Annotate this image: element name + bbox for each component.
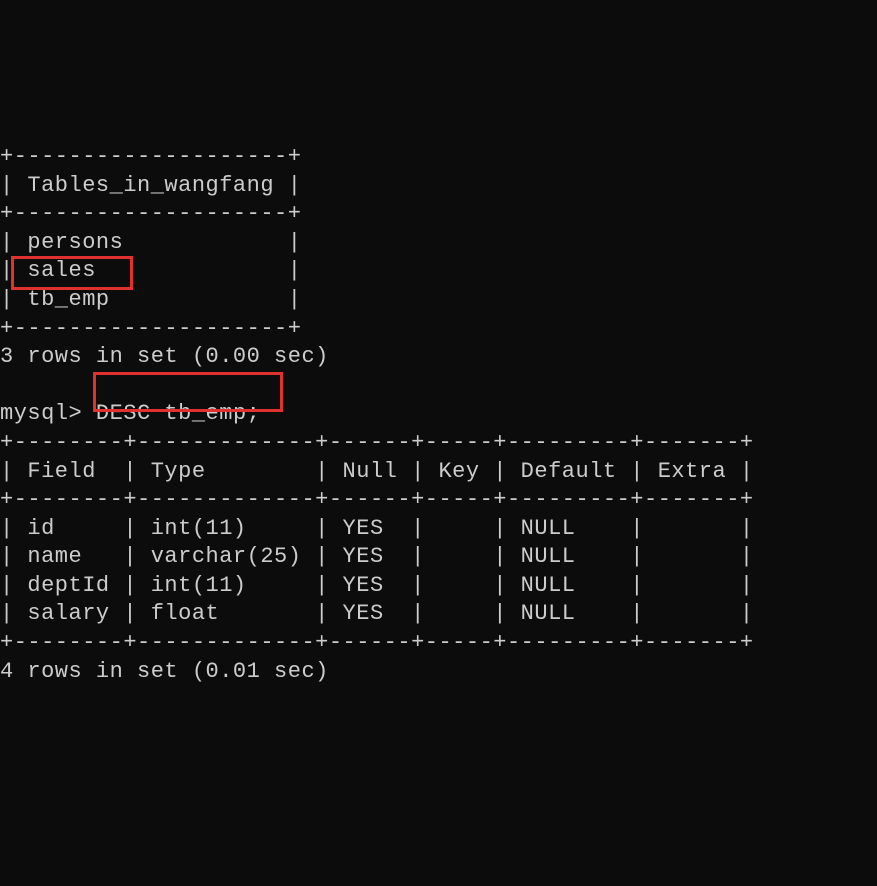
desc-row: | name | varchar(25) | YES | | NULL | |: [0, 544, 754, 569]
desc-row: | id | int(11) | YES | | NULL | |: [0, 516, 754, 541]
desc-header: | Field | Type | Null | Key | Default | …: [0, 459, 754, 484]
desc-border-mid: +--------+-------------+------+-----+---…: [0, 487, 754, 512]
mysql-command: DESC tb_emp;: [96, 401, 260, 426]
tables-header: | Tables_in_wangfang |: [0, 173, 301, 198]
tables-row: | tb_emp |: [0, 287, 301, 312]
desc-status: 4 rows in set (0.01 sec): [0, 659, 329, 684]
desc-row: | salary | float | YES | | NULL | |: [0, 601, 754, 626]
desc-border-bot: +--------+-------------+------+-----+---…: [0, 630, 754, 655]
mysql-prompt: mysql>: [0, 401, 96, 426]
desc-border-top: +--------+-------------+------+-----+---…: [0, 430, 754, 455]
tables-row: | persons |: [0, 230, 301, 255]
tables-border-mid: +--------------------+: [0, 201, 301, 226]
mysql-terminal[interactable]: +--------------------+ | Tables_in_wangf…: [0, 114, 877, 743]
tables-status: 3 rows in set (0.00 sec): [0, 344, 329, 369]
tables-row: | sales |: [0, 258, 301, 283]
tables-border-bot: +--------------------+: [0, 316, 301, 341]
tables-border-top: +--------------------+: [0, 144, 301, 169]
